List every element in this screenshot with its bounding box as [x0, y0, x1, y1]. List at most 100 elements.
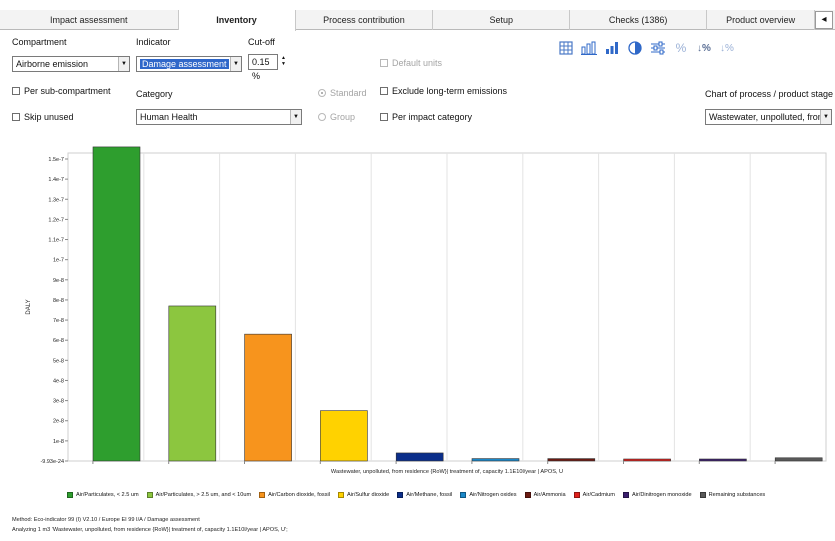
- chevron-down-icon: ▼: [230, 57, 241, 71]
- checkbox-box: [12, 113, 20, 121]
- tab-scroll-left-icon[interactable]: ◂: [815, 11, 833, 29]
- legend-item: Air/Nitrogen oxides: [460, 492, 517, 498]
- indicator-select[interactable]: Damage assessment ▼: [136, 56, 242, 72]
- legend-item: Air/Dinitrogen monoxide: [622, 492, 692, 498]
- legend-label: Air/Ammonia: [533, 492, 566, 498]
- bar-air-dinitrogen-monoxide: [699, 458, 747, 462]
- checkbox-box: [12, 87, 20, 95]
- legend-swatch: [524, 492, 531, 498]
- tab-product-overview[interactable]: Product overview: [707, 10, 816, 30]
- group-label: Group: [330, 112, 356, 122]
- sort-percent-alt-icon[interactable]: ↓%: [719, 40, 735, 56]
- legend-item: Air/Ammonia: [524, 492, 566, 498]
- standard-label: Standard: [330, 88, 367, 98]
- standard-radio[interactable]: Standard: [318, 88, 367, 98]
- exclude-long-term-label: Exclude long-term emissions: [392, 86, 508, 96]
- method-line: Method: Eco-indicator 99 (I) V2.10 / Eur…: [12, 517, 200, 523]
- chart-legend: Air/Particulates, < 2.5 um Air/Particulat…: [67, 492, 765, 498]
- y-tick-label: 4e-8: [53, 378, 64, 384]
- skip-unused-label: Skip unused: [24, 112, 74, 122]
- legend-item: Air/Carbon dioxide, fossil: [259, 492, 330, 498]
- per-impact-category-checkbox[interactable]: Per impact category: [380, 112, 472, 122]
- indicator-label: Indicator: [136, 37, 171, 47]
- legend-swatch: [699, 492, 706, 498]
- legend-label: Air/Nitrogen oxides: [469, 492, 517, 498]
- tab-inventory[interactable]: Inventory: [178, 10, 296, 31]
- legend-label: Air/Dinitrogen monoxide: [631, 492, 692, 498]
- bar-chart-sorted-icon[interactable]: [604, 40, 620, 56]
- category-label: Category: [136, 89, 173, 99]
- legend-item: Air/Cadmium: [573, 492, 615, 498]
- legend-swatch: [460, 492, 467, 498]
- chart-of-process-select[interactable]: Wastewater, unpolluted, from residenc ▼: [705, 109, 832, 125]
- bar-air-particulates-2-5-um: [92, 146, 141, 462]
- legend-item: Air/Methane, fossil: [397, 492, 452, 498]
- sliders-icon[interactable]: [650, 40, 666, 56]
- y-tick-label: 6e-8: [53, 338, 64, 344]
- legend-swatch: [573, 492, 580, 498]
- cutoff-input[interactable]: 0.15 % ▲ ▼: [248, 54, 286, 81]
- chart-toolbar: % ↓% ↓%: [558, 40, 735, 56]
- y-tick-label: 9e-8: [53, 278, 64, 284]
- compartment-label: Compartment: [12, 37, 67, 47]
- legend-label: Air/Particulates, > 2.5 um, and < 10um: [155, 492, 252, 498]
- y-axis-label: DALY: [26, 299, 32, 314]
- legend-item: Air/Particulates, < 2.5 um: [67, 492, 139, 498]
- tab-checks-1386[interactable]: Checks (1386): [570, 10, 708, 30]
- skip-unused-checkbox[interactable]: Skip unused: [12, 112, 74, 122]
- y-tick-label: 7e-8: [53, 318, 64, 324]
- inventory-bar-chart: 1.5e-7 1.4e-7 1.3e-7 1.2e-7 1.1e-7 1e-7 9e-8 8e…: [26, 146, 827, 475]
- y-tick-label: 5e-8: [53, 358, 64, 364]
- bar-air-methane-fossil: [395, 452, 444, 462]
- per-sub-compartment-label: Per sub-compartment: [24, 86, 111, 96]
- legend-item: Remaining substances: [699, 492, 765, 498]
- group-radio[interactable]: Group: [318, 112, 355, 122]
- tab-setup[interactable]: Setup: [433, 10, 571, 30]
- category-value: Human Health: [140, 112, 198, 122]
- legend-swatch: [622, 492, 629, 498]
- legend-label: Air/Cadmium: [582, 492, 615, 498]
- legend-swatch: [397, 492, 404, 498]
- y-tick-label: 1.5e-7: [48, 157, 64, 163]
- spinner-arrows-icon[interactable]: ▲ ▼: [281, 55, 286, 67]
- table-icon[interactable]: [558, 40, 574, 56]
- default-units-checkbox[interactable]: Default units: [380, 58, 442, 68]
- per-sub-compartment-checkbox[interactable]: Per sub-compartment: [12, 86, 111, 96]
- legend-swatch: [67, 492, 73, 498]
- y-tick-label: 2e-8: [53, 419, 64, 425]
- analyzing-line: Analyzing 1 m3 'Wastewater, unpolluted, …: [12, 527, 288, 533]
- default-units-label: Default units: [392, 58, 443, 68]
- cutoff-value: 0.15 %: [252, 57, 270, 81]
- category-select[interactable]: Human Health ▼: [136, 109, 302, 125]
- checkbox-box: [380, 87, 388, 95]
- per-impact-category-label: Per impact category: [392, 112, 473, 122]
- legend-swatch: [259, 492, 266, 498]
- bar-chart-icon[interactable]: [581, 40, 597, 56]
- pie-chart-icon[interactable]: [627, 40, 643, 56]
- bar-air-cadmium: [623, 458, 671, 462]
- x-axis-label: Wastewater, unpolluted, from residence {…: [331, 469, 563, 475]
- cutoff-label: Cut-off: [248, 37, 275, 47]
- bar-air-carbon-dioxide-fossil: [244, 333, 292, 462]
- legend-label: Air/Particulates, < 2.5 um: [76, 492, 139, 498]
- chart-of-process-label: Chart of process / product stage: [705, 89, 834, 99]
- tab-process-contribution[interactable]: Process contribution: [296, 10, 434, 30]
- chevron-down-icon: ▼: [290, 110, 301, 124]
- tab-impact-assessment[interactable]: Impact assessment: [0, 10, 179, 30]
- legend-label: Air/Sulfur dioxide: [347, 492, 390, 498]
- y-tick-label: 8e-8: [53, 298, 64, 304]
- bar-remaining-substances: [774, 457, 823, 462]
- legend-swatch: [338, 492, 344, 498]
- sort-percent-icon[interactable]: ↓%: [696, 40, 712, 56]
- compartment-select[interactable]: Airborne emission ▼: [12, 56, 130, 72]
- checkbox-box: [380, 113, 388, 121]
- y-tick-label: 1.3e-7: [48, 197, 64, 203]
- y-tick-label: -9.93e-24: [40, 459, 64, 465]
- exclude-long-term-checkbox[interactable]: Exclude long-term emissions: [380, 86, 507, 96]
- radio-dot: [318, 113, 326, 121]
- tab-bar: Impact assessment Inventory Process contri…: [0, 10, 835, 31]
- percent-icon[interactable]: %: [673, 40, 689, 56]
- y-tick-label: 1e-8: [53, 439, 64, 445]
- y-tick-label: 1.2e-7: [48, 217, 64, 223]
- checkbox-box: [380, 59, 388, 67]
